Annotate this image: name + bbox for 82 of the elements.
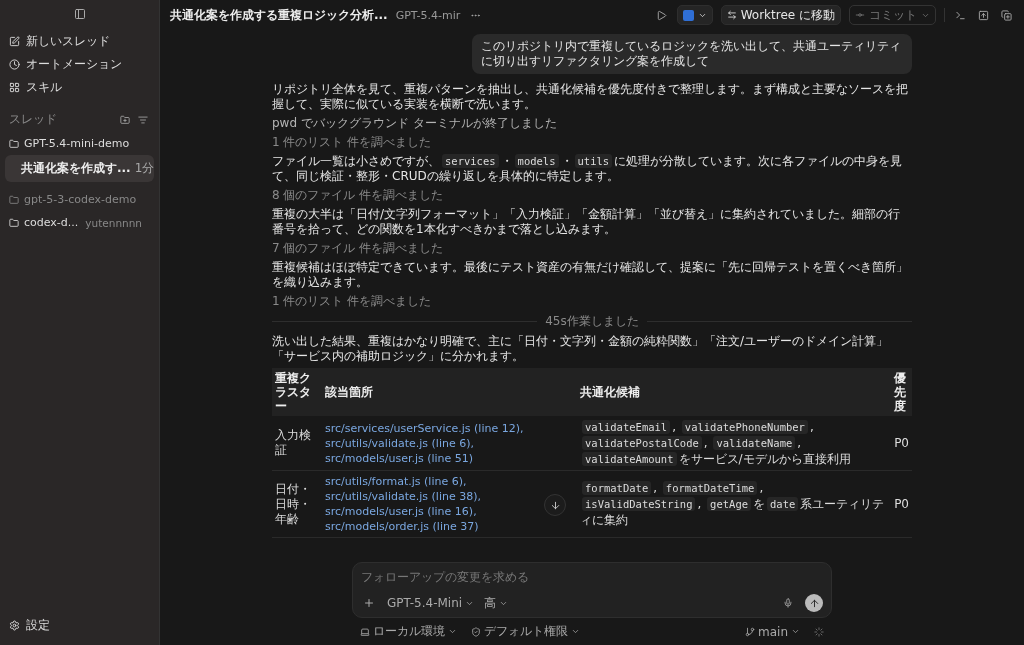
section-title: スレッド: [9, 111, 57, 128]
table-cell: validateEmail , validatePhoneNumber , validatePostalCode , validateName , validateAmount をサービス/モデルから直接利用: [577, 416, 892, 471]
chevron-down-icon: [571, 627, 580, 636]
mic-icon: [783, 598, 793, 608]
file-link[interactable]: src/utils/format.js (line 6),: [325, 474, 574, 489]
send-button[interactable]: [805, 594, 823, 612]
grid-icon: [9, 82, 20, 93]
worktree-button[interactable]: Worktree に移動: [720, 5, 841, 25]
model-label: GPT-5.4-mir: [395, 8, 461, 22]
scroll-down-button[interactable]: [544, 494, 566, 516]
upload-icon: [978, 9, 989, 21]
user-message: このリポジトリ内で重複しているロジックを洗い出して、共通ユーティリティに切り出すリファクタリング案を作成して: [472, 34, 912, 74]
copy-button[interactable]: [999, 7, 1014, 23]
terminal-icon: [955, 9, 966, 21]
mic-button[interactable]: [781, 596, 795, 610]
table-cell: 入力検証: [272, 416, 322, 471]
laptop-icon: [360, 626, 370, 637]
activity-note: 7 個のファイル 件を調べました: [272, 241, 445, 256]
folder-icon: [9, 194, 19, 205]
arrow-up-icon: [808, 597, 820, 609]
folder-plus-icon: [120, 114, 130, 125]
nav-item[interactable]: スキル: [5, 76, 154, 99]
assistant-message: 洗い出した結果、重複はかなり明確で、主に「日付・文字列・金額の純粋関数」「注文/ユーザーのドメイン計算」「サービス内の補助ロジック」に分かれます。: [272, 334, 890, 364]
permission-dropdown[interactable]: デフォルト権限: [471, 623, 580, 640]
folder-icon: [9, 217, 19, 228]
table-cell: 日付・日時・年齢: [272, 470, 322, 538]
effort-dropdown[interactable]: 高: [484, 594, 509, 612]
edit-icon: [9, 36, 20, 47]
table-cell: formatDate , formatDateTime , isValidDateString , getAge を date 系ユーティリティに集約: [577, 470, 892, 538]
file-link[interactable]: src/utils/validate.js (line 6),: [325, 435, 574, 451]
plus-icon: [363, 597, 375, 609]
activity-note: 8 個のファイル 件を調べました: [272, 188, 445, 203]
editor-dropdown[interactable]: [676, 5, 713, 25]
project-owner: yutennnnn: [85, 216, 143, 229]
file-link[interactable]: src/models/order.js (line 37): [325, 519, 574, 534]
folder-icon: [9, 138, 19, 149]
column-header: 優先度: [891, 368, 912, 416]
shield-icon: [471, 626, 481, 637]
thread-title: 共通化案を作成する重複ロジック分析...: [170, 6, 388, 24]
column-header: 重複クラスター: [272, 368, 322, 416]
assistant-message: リポジトリ全体を見て、重複パターンを抽出し、共通化候補を優先度付きで整理します。まず構成と主要なソースを把握して、実際に似ている実装を横断で洗います。: [272, 82, 909, 112]
thread-time: 1分: [134, 160, 155, 177]
activity-log: pwd でバックグラウンド ターミナルが終了しました: [272, 116, 558, 131]
file-link[interactable]: src/models/user.js (line 16),: [325, 504, 574, 519]
arrow-down-icon: [549, 499, 561, 511]
file-link[interactable]: src/models/user.js (line 51): [325, 450, 574, 466]
column-header: 該当箇所: [322, 368, 577, 416]
chevron-down-icon: [791, 627, 800, 636]
elapsed-label: 45s作業しました: [545, 313, 639, 330]
play-icon: [655, 9, 667, 21]
table-cell: P0: [891, 470, 912, 538]
table-cell: P0: [891, 416, 912, 471]
spinner-icon: [814, 626, 824, 637]
project-item[interactable]: gpt-5-3-codex-demo: [5, 188, 154, 211]
activity-note: 1 件のリスト 件を調べました: [272, 294, 433, 309]
copy-icon: [1001, 9, 1012, 21]
project-item[interactable]: GPT-5.4-mini-demo: [5, 132, 154, 155]
assistant-message: 重複の大半は「日付/文字列フォーマット」「入力検証」「金額計算」「並び替え」に集約されていました。細部の行番号を拾って、どの関数を1本化すべきかまで落とし込みます。: [272, 207, 902, 237]
filter-icon: [138, 114, 148, 125]
nav-item[interactable]: オートメーション: [5, 53, 154, 76]
swap-icon: [726, 10, 737, 20]
settings-button[interactable]: 設定: [5, 614, 154, 637]
nav-item[interactable]: 新しいスレッド: [5, 30, 154, 53]
thread-item[interactable]: 共通化案を作成す... 1分: [5, 155, 154, 182]
commit-icon: [855, 10, 865, 20]
clock-icon: [9, 59, 20, 70]
project-item[interactable]: codex-d... yutennnnn: [5, 211, 154, 234]
thread-title: 共通化案を作成す...: [21, 160, 131, 177]
panel-icon: [73, 8, 86, 20]
file-link[interactable]: src/services/userService.js (line 12),: [325, 420, 574, 436]
app-icon: [682, 9, 694, 21]
branch-dropdown[interactable]: main: [745, 624, 800, 639]
column-header: 共通化候補: [577, 368, 892, 416]
branch-icon: [745, 626, 755, 637]
model-dropdown[interactable]: GPT-5.4-Mini: [387, 596, 475, 610]
settings-icon: [9, 620, 20, 631]
file-link[interactable]: src/utils/validate.js (line 38),: [325, 489, 574, 504]
assistant-message: ファイル一覧は小さめですが、 services ・ models ・ utils に処理が分散しています。次に各ファイルの中身を見て、同じ検証・整形・CRUDの繰り返しを具体的に特定します。: [272, 154, 904, 184]
environment-dropdown[interactable]: ローカル環境: [360, 623, 457, 640]
activity-note: 1 件のリスト 件を調べました: [272, 135, 433, 150]
assistant-message: 重複候補はほぼ特定できています。最後にテスト資産の有無だけ確認して、提案に「先に回帰テストを置くべき箇所」を織り込みます。: [272, 260, 909, 290]
chevron-down-icon: [448, 627, 457, 636]
